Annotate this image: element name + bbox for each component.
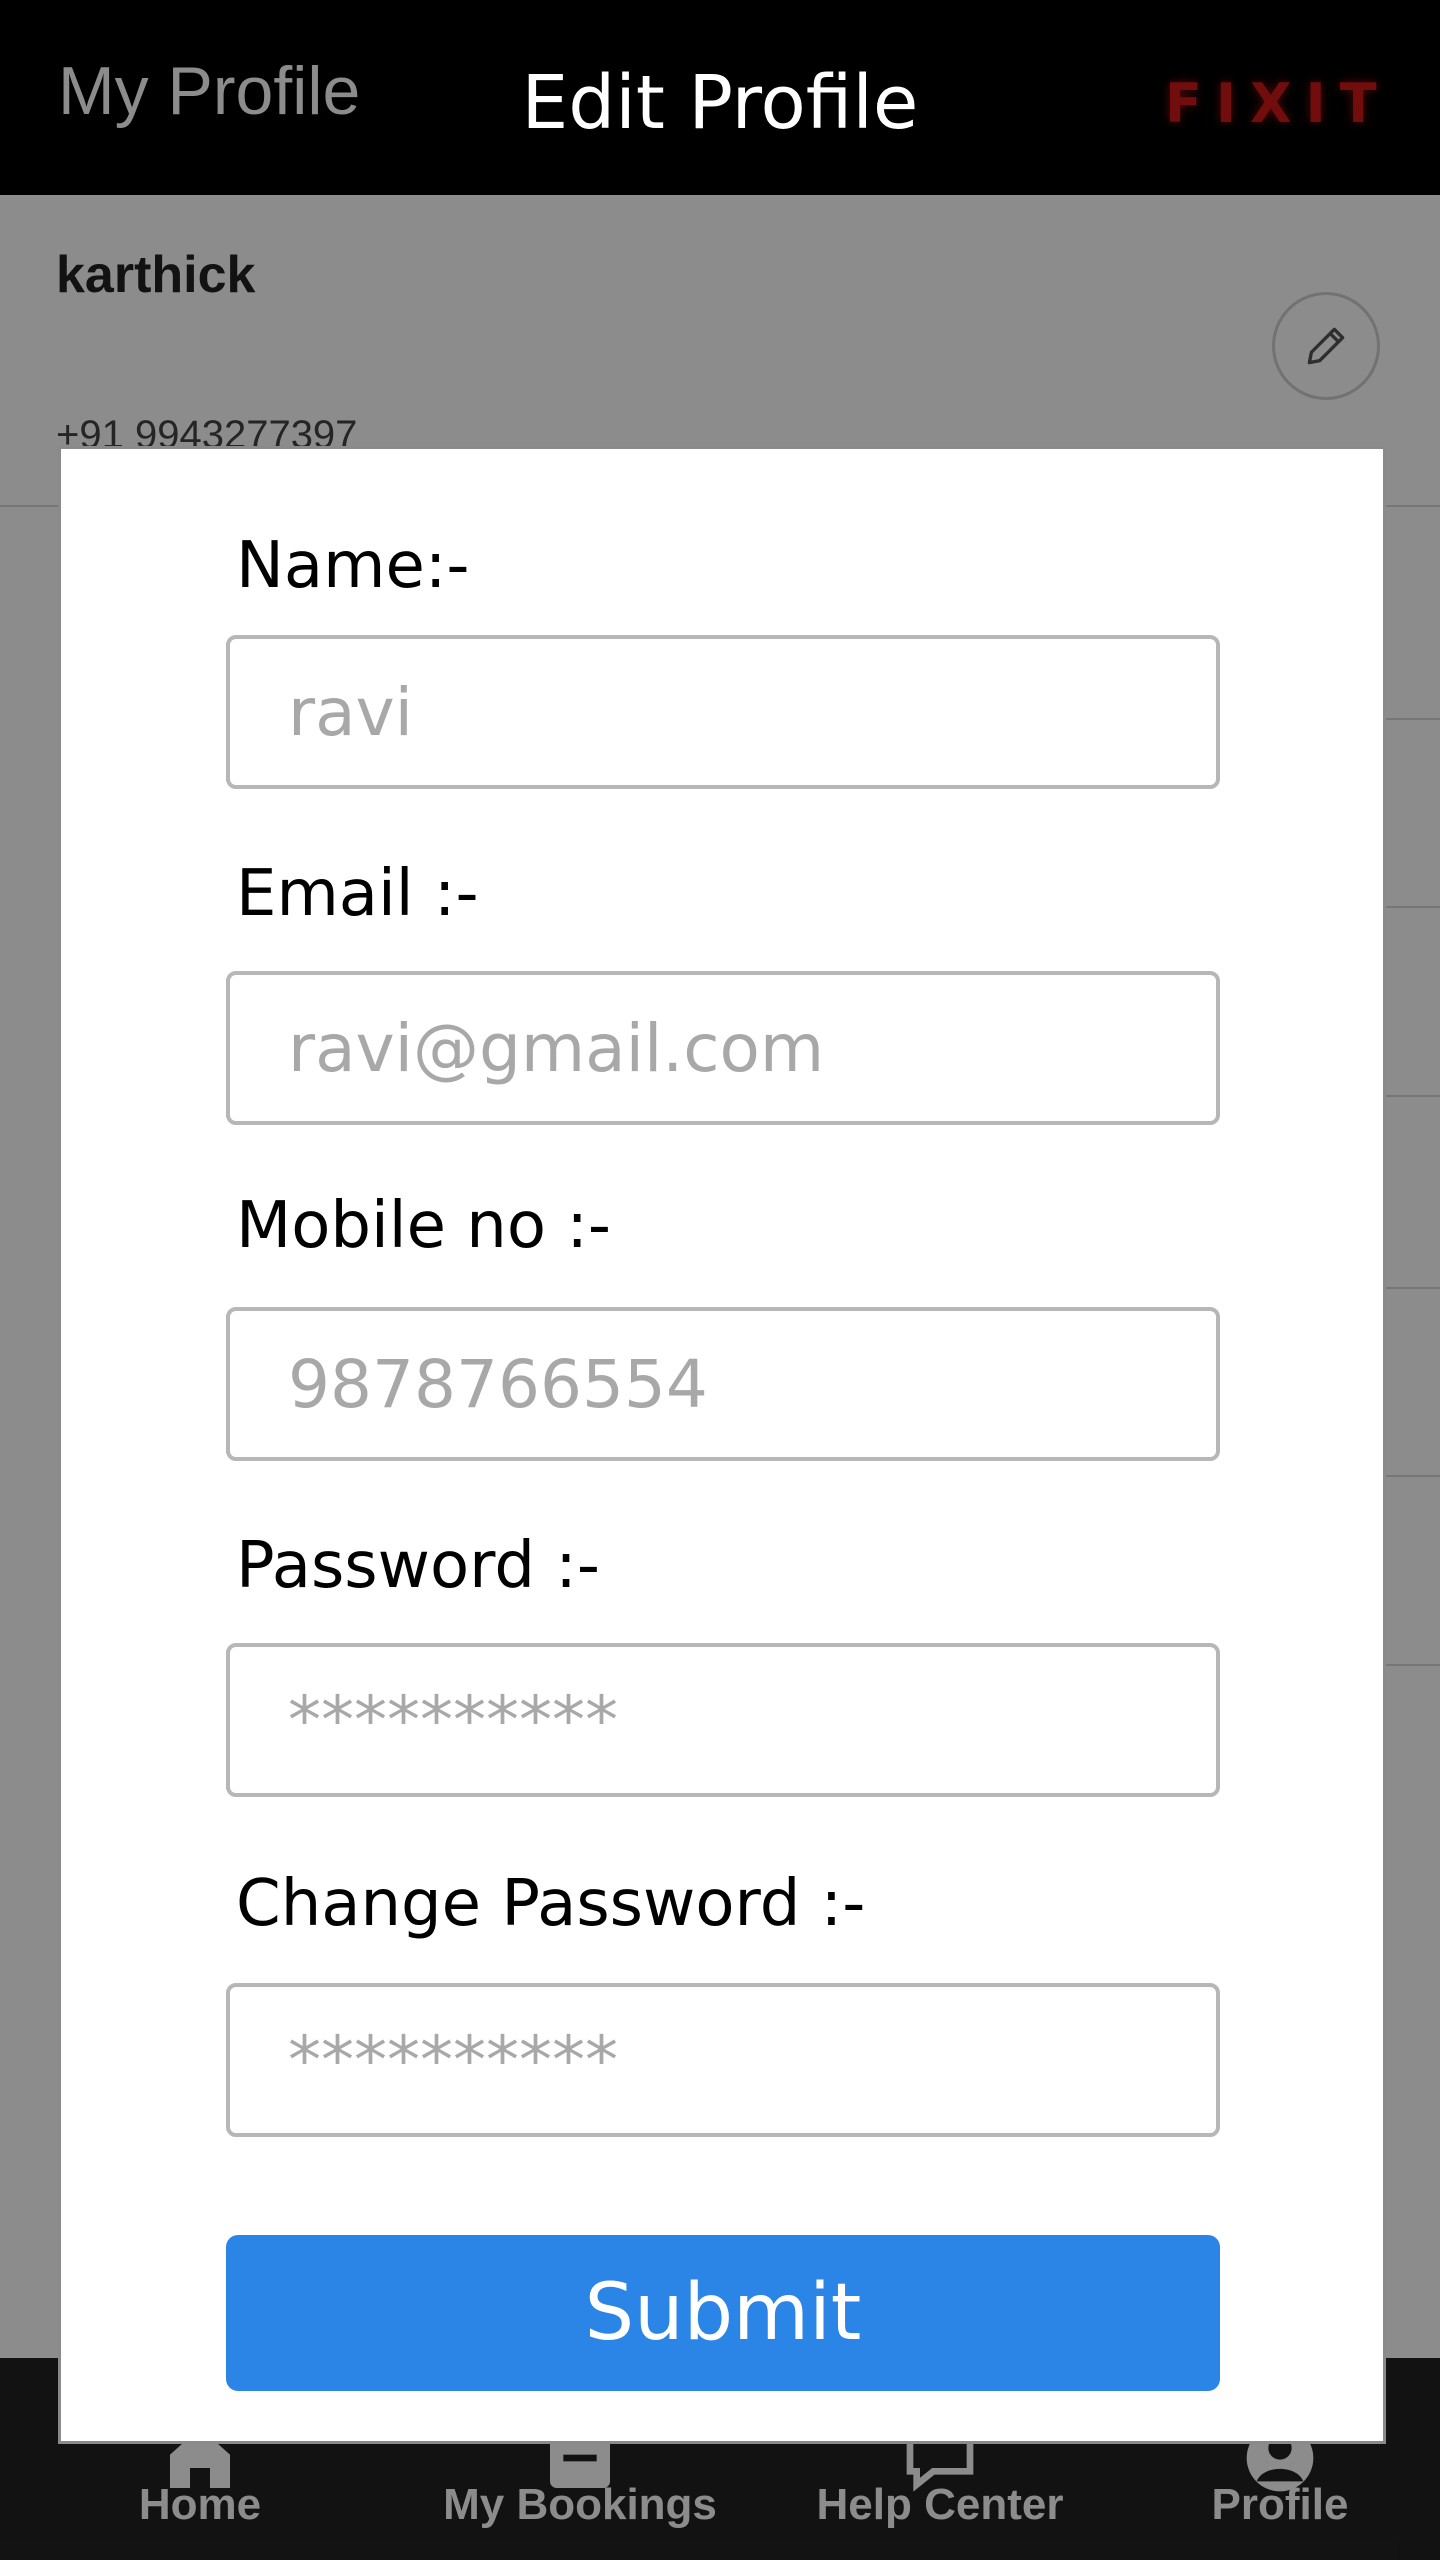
dialog-title: Edit Profile: [521, 60, 919, 146]
mobile-field[interactable]: [226, 1307, 1220, 1461]
submit-button[interactable]: Submit: [226, 2235, 1220, 2391]
edit-profile-dialog: Name:- Email :- Mobile no :- Password :-…: [58, 446, 1386, 2444]
mobile-label: Mobile no :-: [236, 1189, 611, 1263]
name-label: Name:-: [236, 529, 470, 603]
password-label: Password :-: [236, 1529, 600, 1603]
email-field[interactable]: [226, 971, 1220, 1125]
name-field[interactable]: [226, 635, 1220, 789]
email-label: Email :-: [236, 857, 479, 931]
change-password-field[interactable]: [226, 1983, 1220, 2137]
password-field[interactable]: [226, 1643, 1220, 1797]
change-password-label: Change Password :-: [236, 1867, 866, 1941]
